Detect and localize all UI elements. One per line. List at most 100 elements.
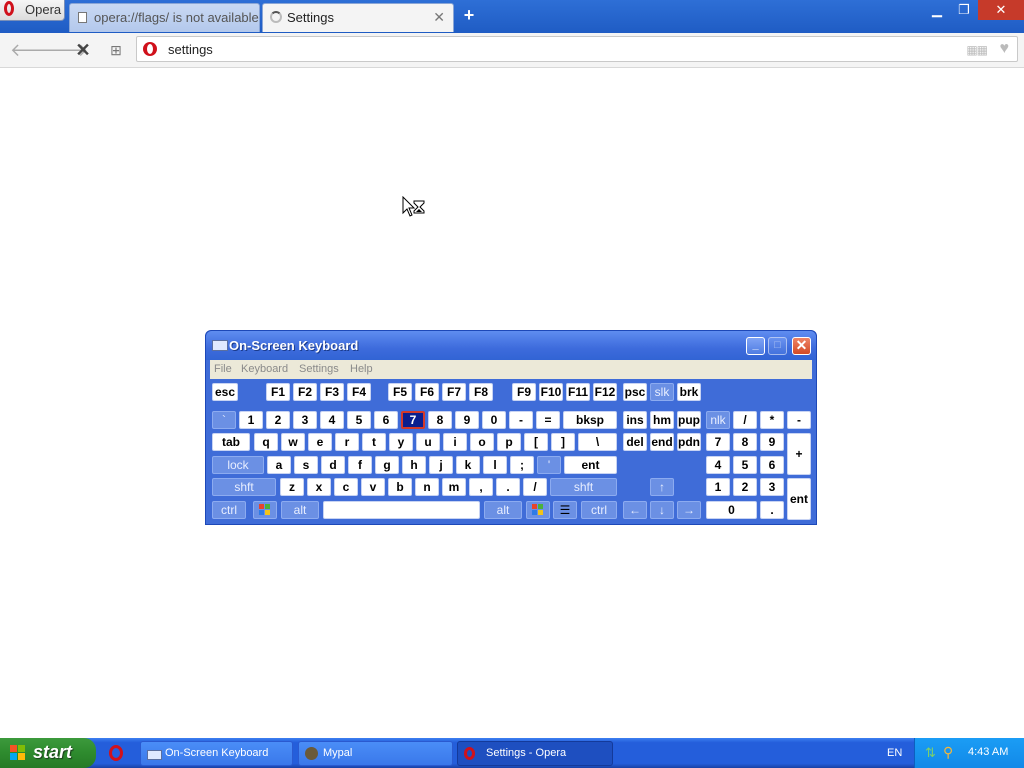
key-capslock[interactable]: lock [212,456,264,474]
key-left-alt[interactable]: alt [281,501,319,519]
key-y[interactable]: y [389,433,413,451]
key-psc[interactable]: psc [623,383,647,401]
key-w[interactable]: w [281,433,305,451]
key-num-7[interactable]: 7 [706,433,730,451]
key-c[interactable]: c [334,478,358,496]
key-right-alt[interactable]: alt [484,501,522,519]
taskbar-item-mypal[interactable]: Mypal [298,741,453,766]
key-right-ctrl[interactable]: ctrl [581,501,617,519]
key-tab[interactable]: tab [212,433,250,451]
osk-menu-file[interactable]: File [214,363,232,375]
key-f6[interactable]: F6 [415,383,439,401]
key-3[interactable]: 3 [293,411,317,429]
key-4[interactable]: 4 [320,411,344,429]
key-x[interactable]: x [307,478,331,496]
key-ins[interactable]: ins [623,411,647,429]
osk-menu-help[interactable]: Help [350,363,373,375]
key-right-bracket[interactable]: ] [551,433,575,451]
key-num-9[interactable]: 9 [760,433,784,451]
key-end[interactable]: end [650,433,674,451]
key-enter[interactable]: ent [564,456,617,474]
key-u[interactable]: u [416,433,440,451]
key-num-enter[interactable]: ent [787,478,811,520]
key-1[interactable]: 1 [239,411,263,429]
key-pgup[interactable]: pup [677,411,701,429]
key-arrow-down[interactable]: ↓ [650,501,674,519]
language-indicator[interactable]: EN [887,747,902,759]
key-i[interactable]: i [443,433,467,451]
tab-settings[interactable]: Settings ✕ [262,3,454,32]
key-e[interactable]: e [308,433,332,451]
key-num-3[interactable]: 3 [760,478,784,496]
key-brk[interactable]: brk [677,383,701,401]
key-num-6[interactable]: 6 [760,456,784,474]
key-6[interactable]: 6 [374,411,398,429]
key-slash[interactable]: / [523,478,547,496]
stop-loading-button[interactable]: ✕ [73,40,93,60]
address-bar[interactable]: settings ▦▦ ♥ [136,36,1018,62]
key-backspace[interactable]: bksp [563,411,617,429]
key-comma[interactable]: , [469,478,493,496]
clock[interactable]: 4:43 AM [968,746,1008,758]
osk-title-bar[interactable]: On-Screen Keyboard _ □ ✕ [206,331,816,360]
speed-dial-icon[interactable]: ▦▦ [966,43,988,57]
key-t[interactable]: t [362,433,386,451]
tab-flags[interactable]: opera://flags/ is not available [69,3,260,32]
key-0[interactable]: 0 [482,411,506,429]
osk-menu-keyboard[interactable]: Keyboard [241,363,288,375]
key-semicolon[interactable]: ; [510,456,534,474]
key-f11[interactable]: F11 [566,383,590,401]
key-v[interactable]: v [361,478,385,496]
key-num-plus[interactable]: + [787,433,811,475]
taskbar-item-osk[interactable]: On-Screen Keyboard [140,741,293,766]
new-tab-button[interactable]: + [460,5,478,25]
key-left-win[interactable] [253,501,277,519]
key-numlock[interactable]: nlk [706,411,730,429]
key-f1[interactable]: F1 [266,383,290,401]
key-d[interactable]: d [321,456,345,474]
key-f[interactable]: f [348,456,372,474]
key-backtick[interactable]: ` [212,411,236,429]
key-period[interactable]: . [496,478,520,496]
osk-minimize-button[interactable]: _ [746,337,765,355]
key-l[interactable]: l [483,456,507,474]
key-f10[interactable]: F10 [539,383,563,401]
key-j[interactable]: j [429,456,453,474]
tabs-grid-button[interactable]: ⊞ [106,40,126,60]
osk-menu-settings[interactable]: Settings [299,363,339,375]
start-button[interactable]: start [0,738,96,768]
key-p[interactable]: p [497,433,521,451]
key-left-bracket[interactable]: [ [524,433,548,451]
key-num-divide[interactable]: / [733,411,757,429]
key-f4[interactable]: F4 [347,383,371,401]
key-num-1[interactable]: 1 [706,478,730,496]
key-f7[interactable]: F7 [442,383,466,401]
key-b[interactable]: b [388,478,412,496]
key-num-0[interactable]: 0 [706,501,757,519]
key-m[interactable]: m [442,478,466,496]
key-9[interactable]: 9 [455,411,479,429]
key-7-selected[interactable]: 7 [401,411,425,429]
close-tab-icon[interactable]: ✕ [433,9,445,26]
key-f2[interactable]: F2 [293,383,317,401]
key-right-win[interactable] [526,501,550,519]
key-backslash[interactable]: \ [578,433,617,451]
bookmark-heart-icon[interactable]: ♥ [1000,40,1010,58]
key-right-shift[interactable]: shft [550,478,617,496]
key-menu[interactable]: ☰ [553,501,577,519]
key-arrow-left[interactable]: ← [623,501,647,519]
key-num-2[interactable]: 2 [733,478,757,496]
forward-button[interactable]: 🡒 [40,40,88,60]
key-s[interactable]: s [294,456,318,474]
key-q[interactable]: q [254,433,278,451]
key-num-minus[interactable]: - [787,411,811,429]
key-n[interactable]: n [415,478,439,496]
key-o[interactable]: o [470,433,494,451]
key-a[interactable]: a [267,456,291,474]
key-arrow-right[interactable]: → [677,501,701,519]
key-slk[interactable]: slk [650,383,674,401]
opera-menu-button[interactable]: Opera [0,0,65,21]
key-num-4[interactable]: 4 [706,456,730,474]
key-f3[interactable]: F3 [320,383,344,401]
key-del[interactable]: del [623,433,647,451]
